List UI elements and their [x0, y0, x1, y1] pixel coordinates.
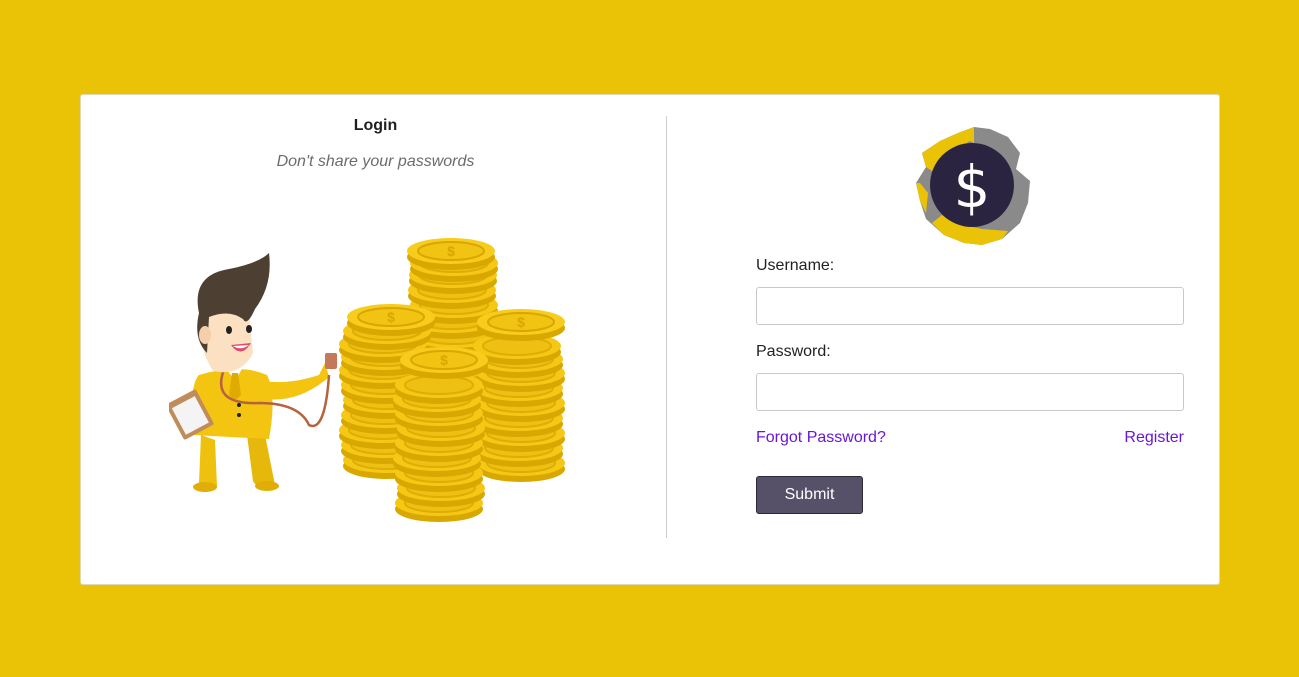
businessman-with-coins-illustration: $	[169, 237, 566, 523]
username-input[interactable]	[756, 287, 1184, 325]
login-title: Login	[353, 117, 398, 134]
forgot-password-link[interactable]: Forgot Password?	[756, 429, 886, 447]
login-card: Login Don't share your passwords $ Usern…	[80, 94, 1220, 585]
login-subtitle: Don't share your passwords	[276, 153, 475, 170]
businessman-figure	[169, 253, 337, 492]
password-label: Password:	[756, 343, 831, 360]
username-label: Username:	[756, 257, 835, 274]
password-input[interactable]	[756, 373, 1184, 411]
register-link[interactable]: Register	[1124, 429, 1184, 447]
submit-button[interactable]: Submit	[756, 476, 863, 514]
coin-stack-right	[472, 308, 566, 483]
svg-text:$: $	[954, 153, 991, 221]
illustration-panel: Login Don't share your passwords $	[81, 95, 666, 584]
login-form-panel: $ Username: Password: Forgot Password? R…	[667, 95, 1221, 584]
dollar-coin-logo-icon: $	[916, 127, 1030, 245]
